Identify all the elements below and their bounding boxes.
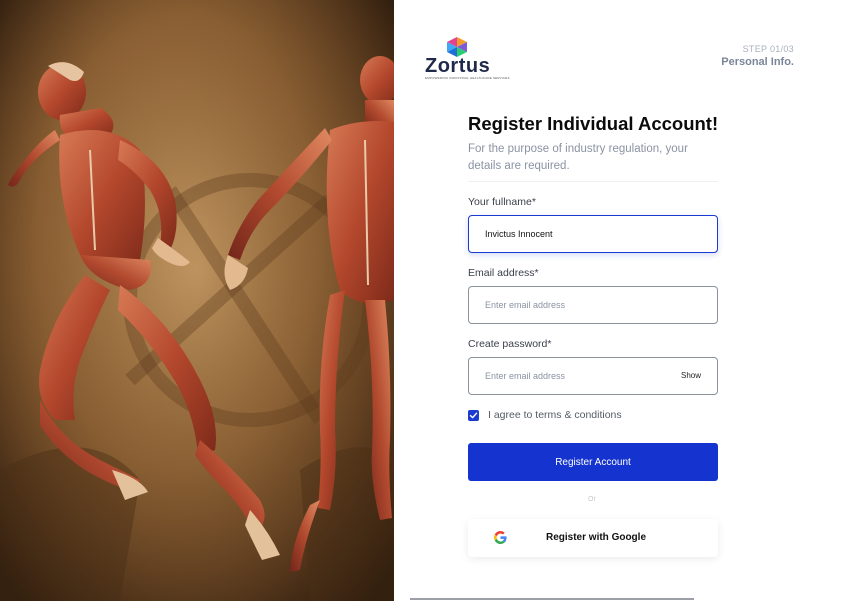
register-account-button[interactable]: Register Account xyxy=(468,443,718,481)
header-divider xyxy=(468,181,718,182)
password-label: Create password* xyxy=(468,338,552,350)
google-g-icon xyxy=(494,531,507,544)
check-icon xyxy=(469,412,478,418)
brand-name: Zortus xyxy=(425,55,491,77)
register-with-google-button[interactable]: Register with Google xyxy=(468,519,718,557)
anatomy-illustration xyxy=(0,0,394,601)
google-button-label: Register with Google xyxy=(546,532,647,543)
terms-row[interactable]: I agree to terms & conditions xyxy=(468,408,622,422)
or-separator: Or xyxy=(588,496,596,503)
email-input[interactable] xyxy=(485,287,685,323)
password-field-container: Show xyxy=(468,357,718,395)
page-title: Register Individual Account! xyxy=(468,113,719,134)
brand-tagline: EMPOWERING INDUSTRIAL HEALTHCARE SERVICE… xyxy=(425,76,510,80)
terms-label: I agree to terms & conditions xyxy=(488,409,622,421)
password-input[interactable] xyxy=(485,358,685,394)
fullname-field-container xyxy=(468,215,718,253)
fullname-label: Your fullname* xyxy=(468,196,536,208)
show-password-toggle[interactable]: Show xyxy=(681,371,701,380)
email-label: Email address* xyxy=(468,267,539,279)
page-subtitle: For the purpose of industry regulation, … xyxy=(468,143,688,172)
hero-image xyxy=(0,0,394,601)
step-name: Personal Info. xyxy=(721,56,794,68)
fullname-input[interactable] xyxy=(485,216,685,252)
terms-checkbox[interactable] xyxy=(468,409,479,421)
step-counter: STEP 01/03 xyxy=(742,44,794,54)
bottom-scroll-indicator xyxy=(410,598,694,600)
brand-logo: Zortus EMPOWERING INDUSTRIAL HEALTHCARE … xyxy=(425,36,509,80)
email-field-container xyxy=(468,286,718,324)
